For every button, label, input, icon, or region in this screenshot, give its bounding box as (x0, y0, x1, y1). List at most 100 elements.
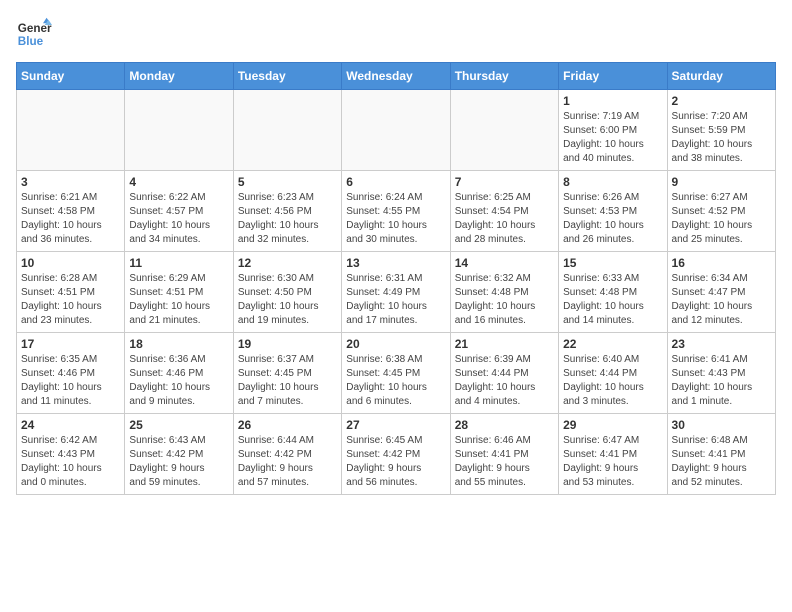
day-info: Sunrise: 6:37 AM Sunset: 4:45 PM Dayligh… (238, 353, 337, 409)
calendar-week-row: 24Sunrise: 6:42 AM Sunset: 4:43 PM Dayli… (17, 414, 776, 495)
day-number: 28 (455, 418, 554, 432)
calendar-day-cell: 25Sunrise: 6:43 AM Sunset: 4:42 PM Dayli… (125, 414, 233, 495)
calendar-day-cell: 22 Sunrise: 6:40 AM Sunset: 4:44 PM Dayli… (559, 333, 667, 414)
day-info: Sunrise: 6:23 AM Sunset: 4:56 PM Dayligh… (238, 191, 337, 247)
day-number: 30 (672, 418, 771, 432)
day-info: Sunrise: 6:36 AM Sunset: 4:46 PM Dayligh… (129, 353, 228, 409)
calendar-day-cell: 15 Sunrise: 6:33 AM Sunset: 4:48 PM Dayli… (559, 252, 667, 333)
day-info: Sunrise: 6:31 AM Sunset: 4:49 PM Dayligh… (346, 272, 445, 328)
day-number: 5 (238, 175, 337, 189)
day-number: 3 (21, 175, 120, 189)
calendar-day-cell: 20 Sunrise: 6:38 AM Sunset: 4:45 PM Dayli… (342, 333, 450, 414)
calendar-day-cell: 19 Sunrise: 6:37 AM Sunset: 4:45 PM Dayli… (233, 333, 341, 414)
day-number: 20 (346, 337, 445, 351)
weekday-header-monday: Monday (125, 63, 233, 90)
day-info: Sunrise: 6:40 AM Sunset: 4:44 PM Dayligh… (563, 353, 662, 409)
day-number: 9 (672, 175, 771, 189)
weekday-header-saturday: Saturday (667, 63, 775, 90)
svg-text:Blue: Blue (18, 35, 44, 48)
day-number: 10 (21, 256, 120, 270)
day-info: Sunrise: 6:28 AM Sunset: 4:51 PM Dayligh… (21, 272, 120, 328)
page-header: General Blue (16, 16, 776, 52)
weekday-header-friday: Friday (559, 63, 667, 90)
logo-icon: General Blue (16, 16, 52, 52)
calendar-day-cell: 5 Sunrise: 6:23 AM Sunset: 4:56 PM Daylig… (233, 171, 341, 252)
day-number: 27 (346, 418, 445, 432)
calendar-day-cell: 1 Sunrise: 7:19 AM Sunset: 6:00 PM Daylig… (559, 90, 667, 171)
calendar-day-cell (342, 90, 450, 171)
day-number: 15 (563, 256, 662, 270)
calendar-day-cell: 26 Sunrise: 6:44 AM Sunset: 4:42 PM Dayli… (233, 414, 341, 495)
calendar-day-cell: 27 Sunrise: 6:45 AM Sunset: 4:42 PM Dayli… (342, 414, 450, 495)
calendar-day-cell: 14 Sunrise: 6:32 AM Sunset: 4:48 PM Dayli… (450, 252, 558, 333)
calendar-day-cell (450, 90, 558, 171)
weekday-header-sunday: Sunday (17, 63, 125, 90)
day-number: 17 (21, 337, 120, 351)
calendar-week-row: 3 Sunrise: 6:21 AM Sunset: 4:58 PM Daylig… (17, 171, 776, 252)
day-info: Sunrise: 6:41 AM Sunset: 4:43 PM Dayligh… (672, 353, 771, 409)
day-info: Sunrise: 6:22 AM Sunset: 4:57 PM Dayligh… (129, 191, 228, 247)
day-info: Sunrise: 6:29 AM Sunset: 4:51 PM Dayligh… (129, 272, 228, 328)
day-info: Sunrise: 6:24 AM Sunset: 4:55 PM Dayligh… (346, 191, 445, 247)
calendar-day-cell: 13 Sunrise: 6:31 AM Sunset: 4:49 PM Dayli… (342, 252, 450, 333)
calendar-day-cell: 29 Sunrise: 6:47 AM Sunset: 4:41 PM Dayli… (559, 414, 667, 495)
calendar-day-cell: 3 Sunrise: 6:21 AM Sunset: 4:58 PM Daylig… (17, 171, 125, 252)
calendar-day-cell (17, 90, 125, 171)
day-info: Sunrise: 6:38 AM Sunset: 4:45 PM Dayligh… (346, 353, 445, 409)
calendar-week-row: 1 Sunrise: 7:19 AM Sunset: 6:00 PM Daylig… (17, 90, 776, 171)
day-number: 29 (563, 418, 662, 432)
day-info: Sunrise: 6:26 AM Sunset: 4:53 PM Dayligh… (563, 191, 662, 247)
calendar-day-cell: 21Sunrise: 6:39 AM Sunset: 4:44 PM Dayli… (450, 333, 558, 414)
calendar-day-cell: 12 Sunrise: 6:30 AM Sunset: 4:50 PM Dayli… (233, 252, 341, 333)
day-info: Sunrise: 6:43 AM Sunset: 4:42 PM Dayligh… (129, 434, 228, 490)
day-number: 4 (129, 175, 228, 189)
day-info: Sunrise: 6:33 AM Sunset: 4:48 PM Dayligh… (563, 272, 662, 328)
day-info: Sunrise: 6:42 AM Sunset: 4:43 PM Dayligh… (21, 434, 120, 490)
calendar-day-cell: 7Sunrise: 6:25 AM Sunset: 4:54 PM Daylig… (450, 171, 558, 252)
day-number: 22 (563, 337, 662, 351)
day-info: Sunrise: 6:25 AM Sunset: 4:54 PM Dayligh… (455, 191, 554, 247)
day-number: 13 (346, 256, 445, 270)
day-info: Sunrise: 6:32 AM Sunset: 4:48 PM Dayligh… (455, 272, 554, 328)
day-info: Sunrise: 6:21 AM Sunset: 4:58 PM Dayligh… (21, 191, 120, 247)
day-info: Sunrise: 7:20 AM Sunset: 5:59 PM Dayligh… (672, 110, 771, 166)
calendar-day-cell: 11Sunrise: 6:29 AM Sunset: 4:51 PM Dayli… (125, 252, 233, 333)
day-info: Sunrise: 6:47 AM Sunset: 4:41 PM Dayligh… (563, 434, 662, 490)
day-info: Sunrise: 6:46 AM Sunset: 4:41 PM Dayligh… (455, 434, 554, 490)
day-info: Sunrise: 6:44 AM Sunset: 4:42 PM Dayligh… (238, 434, 337, 490)
calendar-day-cell: 10 Sunrise: 6:28 AM Sunset: 4:51 PM Dayli… (17, 252, 125, 333)
day-number: 21 (455, 337, 554, 351)
calendar-day-cell: 16 Sunrise: 6:34 AM Sunset: 4:47 PM Dayli… (667, 252, 775, 333)
weekday-header-thursday: Thursday (450, 63, 558, 90)
day-number: 19 (238, 337, 337, 351)
day-number: 14 (455, 256, 554, 270)
calendar-day-cell: 6Sunrise: 6:24 AM Sunset: 4:55 PM Daylig… (342, 171, 450, 252)
calendar-day-cell: 4 Sunrise: 6:22 AM Sunset: 4:57 PM Daylig… (125, 171, 233, 252)
calendar-day-cell: 24Sunrise: 6:42 AM Sunset: 4:43 PM Dayli… (17, 414, 125, 495)
day-number: 2 (672, 94, 771, 108)
calendar-day-cell (233, 90, 341, 171)
day-number: 26 (238, 418, 337, 432)
day-number: 23 (672, 337, 771, 351)
day-number: 8 (563, 175, 662, 189)
weekday-header-wednesday: Wednesday (342, 63, 450, 90)
weekday-header-row: SundayMondayTuesdayWednesdayThursdayFrid… (17, 63, 776, 90)
calendar-day-cell: 18Sunrise: 6:36 AM Sunset: 4:46 PM Dayli… (125, 333, 233, 414)
calendar-day-cell: 28 Sunrise: 6:46 AM Sunset: 4:41 PM Dayli… (450, 414, 558, 495)
day-info: Sunrise: 7:19 AM Sunset: 6:00 PM Dayligh… (563, 110, 662, 166)
day-info: Sunrise: 6:34 AM Sunset: 4:47 PM Dayligh… (672, 272, 771, 328)
day-info: Sunrise: 6:30 AM Sunset: 4:50 PM Dayligh… (238, 272, 337, 328)
day-number: 12 (238, 256, 337, 270)
calendar-week-row: 10 Sunrise: 6:28 AM Sunset: 4:51 PM Dayli… (17, 252, 776, 333)
calendar-day-cell: 2 Sunrise: 7:20 AM Sunset: 5:59 PM Daylig… (667, 90, 775, 171)
logo: General Blue (16, 16, 52, 52)
day-info: Sunrise: 6:45 AM Sunset: 4:42 PM Dayligh… (346, 434, 445, 490)
calendar-day-cell: 8 Sunrise: 6:26 AM Sunset: 4:53 PM Daylig… (559, 171, 667, 252)
day-number: 16 (672, 256, 771, 270)
calendar-day-cell: 9Sunrise: 6:27 AM Sunset: 4:52 PM Daylig… (667, 171, 775, 252)
calendar-week-row: 17 Sunrise: 6:35 AM Sunset: 4:46 PM Dayli… (17, 333, 776, 414)
day-info: Sunrise: 6:35 AM Sunset: 4:46 PM Dayligh… (21, 353, 120, 409)
day-number: 1 (563, 94, 662, 108)
day-info: Sunrise: 6:48 AM Sunset: 4:41 PM Dayligh… (672, 434, 771, 490)
calendar-day-cell (125, 90, 233, 171)
